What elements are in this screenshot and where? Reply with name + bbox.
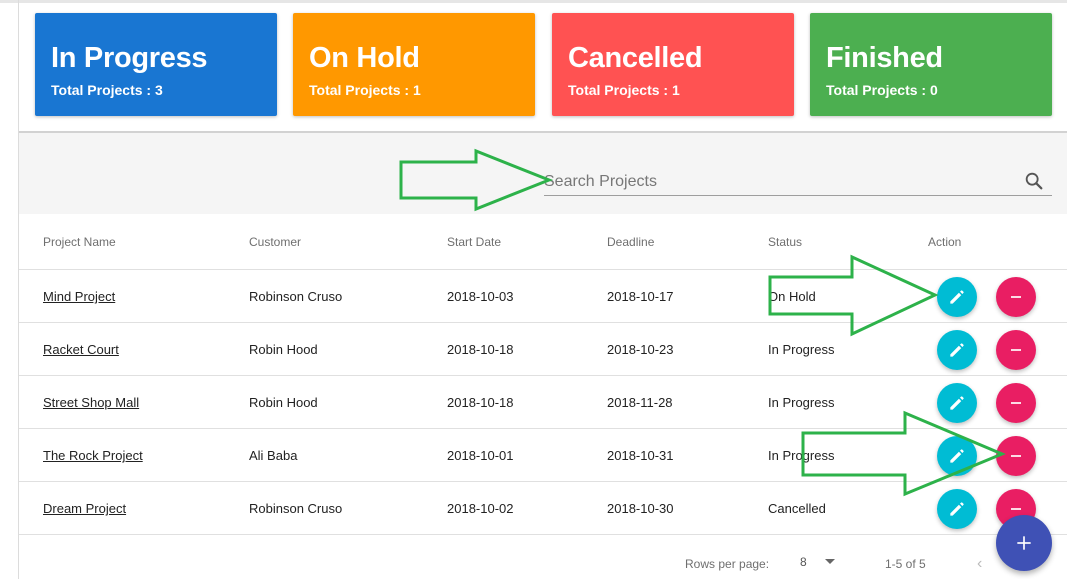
search-icon[interactable] xyxy=(1023,170,1045,192)
edit-button[interactable] xyxy=(937,489,977,529)
start-date-cell: 2018-10-01 xyxy=(447,448,514,463)
status-cards: In Progress Total Projects : 3 On Hold T… xyxy=(35,13,1052,116)
pagination: Rows per page: 8 1-5 of 5 ‹ xyxy=(19,535,1067,579)
table-header: Project Name Customer Start Date Deadlin… xyxy=(19,214,1067,270)
card-on-hold[interactable]: On Hold Total Projects : 1 xyxy=(293,13,535,116)
card-title: On Hold xyxy=(309,42,420,74)
project-name-link[interactable]: Racket Court xyxy=(43,342,119,357)
top-rule xyxy=(0,0,1067,3)
delete-button[interactable] xyxy=(996,330,1036,370)
start-date-cell: 2018-10-18 xyxy=(447,342,514,357)
table-row: Dream Project Robinson Cruso 2018-10-02 … xyxy=(19,482,1067,535)
status-cell: In Progress xyxy=(768,342,835,357)
start-date-cell: 2018-10-03 xyxy=(447,289,514,304)
status-cell: In Progress xyxy=(768,448,835,463)
status-cell: On Hold xyxy=(768,289,816,304)
pencil-icon xyxy=(950,290,964,304)
pencil-icon xyxy=(950,343,964,357)
table-row: Street Shop Mall Robin Hood 2018-10-18 2… xyxy=(19,376,1067,429)
search-input[interactable] xyxy=(544,170,1014,194)
card-count: Total Projects : 3 xyxy=(51,82,163,98)
customer-cell: Ali Baba xyxy=(249,448,298,463)
pencil-icon xyxy=(950,449,964,463)
column-header[interactable]: Status xyxy=(768,235,802,249)
start-date-cell: 2018-10-02 xyxy=(447,501,514,516)
customer-cell: Robinson Cruso xyxy=(249,289,343,304)
chevron-down-icon[interactable] xyxy=(825,559,835,564)
customer-cell: Robin Hood xyxy=(249,342,318,357)
minus-icon xyxy=(1011,402,1021,404)
pencil-icon xyxy=(950,502,964,516)
status-cell: In Progress xyxy=(768,395,835,410)
table-row: Mind Project Robinson Cruso 2018-10-03 2… xyxy=(19,270,1067,323)
customer-cell: Robin Hood xyxy=(249,395,318,410)
page-range: 1-5 of 5 xyxy=(885,557,926,571)
minus-icon xyxy=(1011,296,1021,298)
card-count: Total Projects : 1 xyxy=(568,82,680,98)
table-row: The Rock Project Ali Baba 2018-10-01 201… xyxy=(19,429,1067,482)
plus-icon xyxy=(1017,536,1031,550)
add-project-button[interactable] xyxy=(996,515,1052,571)
card-title: In Progress xyxy=(51,42,208,74)
rows-per-page-select[interactable]: 8 xyxy=(800,555,807,569)
column-header[interactable]: Start Date xyxy=(447,235,501,249)
edit-button[interactable] xyxy=(937,436,977,476)
project-name-link[interactable]: Mind Project xyxy=(43,289,115,304)
edit-button[interactable] xyxy=(937,277,977,317)
minus-icon xyxy=(1011,455,1021,457)
card-cancelled[interactable]: Cancelled Total Projects : 1 xyxy=(552,13,794,116)
search-field xyxy=(544,170,1052,196)
deadline-cell: 2018-10-30 xyxy=(607,501,674,516)
project-name-link[interactable]: Dream Project xyxy=(43,501,126,516)
column-header[interactable]: Customer xyxy=(249,235,301,249)
card-finished[interactable]: Finished Total Projects : 0 xyxy=(810,13,1052,116)
deadline-cell: 2018-11-28 xyxy=(607,395,673,410)
deadline-cell: 2018-10-23 xyxy=(607,342,674,357)
start-date-cell: 2018-10-18 xyxy=(447,395,514,410)
card-title: Cancelled xyxy=(568,42,703,74)
column-header: Action xyxy=(928,235,962,249)
project-name-link[interactable]: Street Shop Mall xyxy=(43,395,139,410)
edit-button[interactable] xyxy=(937,330,977,370)
chevron-left-icon[interactable]: ‹ xyxy=(977,555,982,573)
card-count: Total Projects : 0 xyxy=(826,82,938,98)
minus-icon xyxy=(1011,349,1021,351)
table-row: Racket Court Robin Hood 2018-10-18 2018-… xyxy=(19,323,1067,376)
customer-cell: Robinson Cruso xyxy=(249,501,343,516)
card-count: Total Projects : 1 xyxy=(309,82,421,98)
pencil-icon xyxy=(950,396,964,410)
project-name-link[interactable]: The Rock Project xyxy=(43,448,143,463)
column-header[interactable]: Project Name xyxy=(43,235,116,249)
status-cell: Cancelled xyxy=(768,501,826,516)
delete-button[interactable] xyxy=(996,436,1036,476)
rows-per-page-label: Rows per page: xyxy=(685,557,770,571)
delete-button[interactable] xyxy=(996,277,1036,317)
delete-button[interactable] xyxy=(996,383,1036,423)
card-in-progress[interactable]: In Progress Total Projects : 3 xyxy=(35,13,277,116)
column-header[interactable]: Deadline xyxy=(607,235,654,249)
card-title: Finished xyxy=(826,42,943,74)
deadline-cell: 2018-10-17 xyxy=(607,289,674,304)
deadline-cell: 2018-10-31 xyxy=(607,448,674,463)
edit-button[interactable] xyxy=(937,383,977,423)
